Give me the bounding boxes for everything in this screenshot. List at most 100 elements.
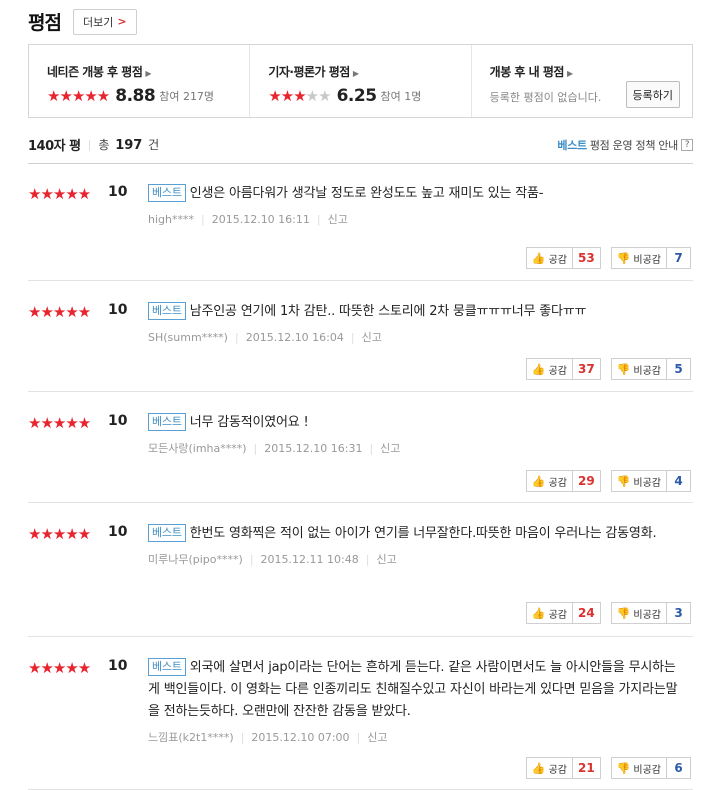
review-date: 2015.12.10 16:04	[245, 330, 344, 344]
review-text: 외국에 살면서 jap이라는 단어는 흔하게 듣는다. 같은 사람이면서도 늘 …	[148, 660, 678, 719]
thumbs-up-icon: 👍	[531, 362, 546, 376]
more-button[interactable]: 더보기 >	[72, 8, 137, 35]
netizen-rating-link[interactable]: 네티즌 개봉 후 평점 ▶	[47, 63, 249, 80]
review-meta: 미루나무(pipo****) | 2015.12.11 10:48 | 신고	[148, 551, 678, 567]
best-badge: 베스트	[148, 302, 186, 320]
dislike-count: 6	[667, 757, 691, 779]
critic-score: 6.25	[336, 86, 377, 106]
policy-link[interactable]: 베스트 평점 운영 정책 안내 ?	[557, 137, 693, 153]
review-total: 총 197 건	[98, 136, 159, 153]
report-link[interactable]: 신고	[380, 440, 400, 456]
review-text: 인생은 아름다워가 생각날 정도로 완성도도 높고 재미도 있는 작품-	[189, 186, 544, 201]
review-user[interactable]: SH(summ****)	[148, 331, 228, 344]
policy-best-label: 베스트	[557, 138, 587, 152]
like-label: 공감	[548, 764, 567, 776]
dislike-button[interactable]: 👎 비공감	[610, 247, 667, 269]
review-body: 베스트 외국에 살면서 jap이라는 단어는 흔하게 듣는다. 같은 사람이면서도…	[148, 657, 678, 745]
review-actions: 👍 공감 21 👎 비공감 6	[525, 757, 691, 779]
review-type-label: 140자 평	[28, 139, 81, 154]
chevron-right-icon: >	[117, 15, 127, 28]
more-button-label: 더보기	[82, 15, 114, 29]
like-button[interactable]: 👍 공감	[525, 358, 573, 380]
like-count: 29	[572, 470, 601, 492]
thumbs-down-icon: 👎	[616, 474, 631, 488]
section-header: 평점 더보기 >	[28, 8, 137, 35]
review-text-block: 베스트 인생은 아름다워가 생각날 정도로 완성도도 높고 재미도 있는 작품-	[148, 183, 678, 205]
review-score: 10	[108, 302, 128, 318]
best-badge: 베스트	[148, 524, 186, 542]
like-label: 공감	[548, 477, 567, 489]
review-list-header: 140자 평 | 총 197 건 베스트 평점 운영 정책 안내 ?	[28, 135, 693, 154]
divider: |	[369, 441, 374, 455]
like-button[interactable]: 👍 공감	[525, 247, 573, 269]
divider: |	[253, 441, 258, 455]
report-link[interactable]: 신고	[362, 329, 382, 345]
review-stars: ★★★★★	[28, 659, 91, 677]
like-button[interactable]: 👍 공감	[525, 757, 573, 779]
divider: |	[249, 552, 254, 566]
dislike-count: 5	[667, 358, 691, 380]
divider: |	[240, 730, 245, 744]
like-button[interactable]: 👍 공감	[525, 602, 573, 624]
netizen-count: 참여 217명	[159, 90, 215, 103]
review-text: 한번도 영화찍은 적이 없는 아이가 연기를 너무잘한다.따뜻한 마음이 우러나…	[189, 526, 657, 541]
review-item: ★★★★★ 10 베스트 한번도 영화찍은 적이 없는 아이가 연기를 너무잘한다…	[28, 503, 693, 637]
divider: |	[356, 730, 361, 744]
divider: |	[316, 212, 321, 226]
review-actions: 👍 공감 53 👎 비공감 7	[525, 247, 691, 269]
review-text-block: 베스트 너무 감동적이였어요 !	[148, 412, 678, 434]
review-stars: ★★★★★	[28, 414, 91, 432]
review-date: 2015.12.10 16:11	[211, 212, 310, 226]
review-body: 베스트 너무 감동적이였어요 ! 모든사랑(imha****) | 2015.12…	[148, 412, 678, 456]
like-count: 24	[572, 602, 601, 624]
report-link[interactable]: 신고	[376, 551, 396, 567]
my-rating-link[interactable]: 개봉 후 내 평점 ▶	[490, 63, 692, 80]
total-suffix: 건	[148, 138, 160, 152]
thumbs-up-icon: 👍	[531, 474, 546, 488]
review-user[interactable]: 느낌표(k2t1****)	[148, 729, 234, 745]
dislike-label: 비공감	[633, 254, 661, 266]
review-body: 베스트 남주인공 연기에 1차 감탄.. 따뜻한 스토리에 2차 뭉클ㅠㅠㅠ너무 …	[148, 301, 678, 345]
divider: |	[365, 552, 370, 566]
critic-stars-off: ★★	[305, 87, 332, 105]
netizen-stars: ★★★★★	[47, 87, 110, 105]
section-title: 평점	[28, 12, 62, 34]
critic-count: 참여 1명	[380, 90, 422, 103]
critic-rating-link[interactable]: 기자·평론가 평점 ▶	[268, 63, 470, 80]
like-label: 공감	[548, 609, 567, 621]
dislike-button[interactable]: 👎 비공감	[610, 358, 667, 380]
divider: |	[87, 138, 92, 151]
review-date: 2015.12.11 10:48	[260, 552, 359, 566]
dislike-label: 비공감	[633, 477, 661, 489]
dislike-count: 7	[667, 247, 691, 269]
like-label: 공감	[548, 254, 567, 266]
review-score: 10	[108, 184, 128, 200]
dislike-button[interactable]: 👎 비공감	[610, 757, 667, 779]
review-score: 10	[108, 413, 128, 429]
dislike-button[interactable]: 👎 비공감	[610, 602, 667, 624]
review-text-block: 베스트 한번도 영화찍은 적이 없는 아이가 연기를 너무잘한다.따뜻한 마음이 …	[148, 523, 678, 545]
review-item: ★★★★★ 10 베스트 남주인공 연기에 1차 감탄.. 따뜻한 스토리에 2차…	[28, 281, 693, 392]
review-user[interactable]: 모든사랑(imha****)	[148, 440, 247, 456]
report-link[interactable]: 신고	[328, 211, 348, 227]
review-user[interactable]: high****	[148, 213, 194, 226]
review-stars: ★★★★★	[28, 185, 91, 203]
like-label: 공감	[548, 365, 567, 377]
report-link[interactable]: 신고	[367, 729, 387, 745]
my-rating-label: 개봉 후 내 평점	[489, 65, 565, 79]
register-rating-button[interactable]: 등록하기	[625, 81, 680, 108]
triangle-right-icon: ▶	[566, 69, 573, 78]
critic-stars-on: ★★★	[268, 87, 306, 105]
review-date: 2015.12.10 07:00	[251, 730, 350, 744]
like-count: 37	[572, 358, 601, 380]
dislike-count: 4	[667, 470, 691, 492]
help-icon[interactable]: ?	[681, 138, 693, 151]
review-meta: 느낌표(k2t1****) | 2015.12.10 07:00 | 신고	[148, 729, 678, 745]
critic-rating: 기자·평론가 평점 ▶ ★★★★★ 6.25 참여 1명	[249, 45, 470, 117]
review-user[interactable]: 미루나무(pipo****)	[148, 551, 243, 567]
review-text-block: 베스트 외국에 살면서 jap이라는 단어는 흔하게 듣는다. 같은 사람이면서도…	[148, 657, 678, 723]
like-button[interactable]: 👍 공감	[525, 470, 573, 492]
review-text: 남주인공 연기에 1차 감탄.. 따뜻한 스토리에 2차 뭉클ㅠㅠㅠ너무 좋다ㅠ…	[189, 304, 587, 319]
dislike-button[interactable]: 👎 비공감	[610, 470, 667, 492]
review-item: ★★★★★ 10 베스트 너무 감동적이였어요 ! 모든사랑(imha****) …	[28, 392, 693, 503]
